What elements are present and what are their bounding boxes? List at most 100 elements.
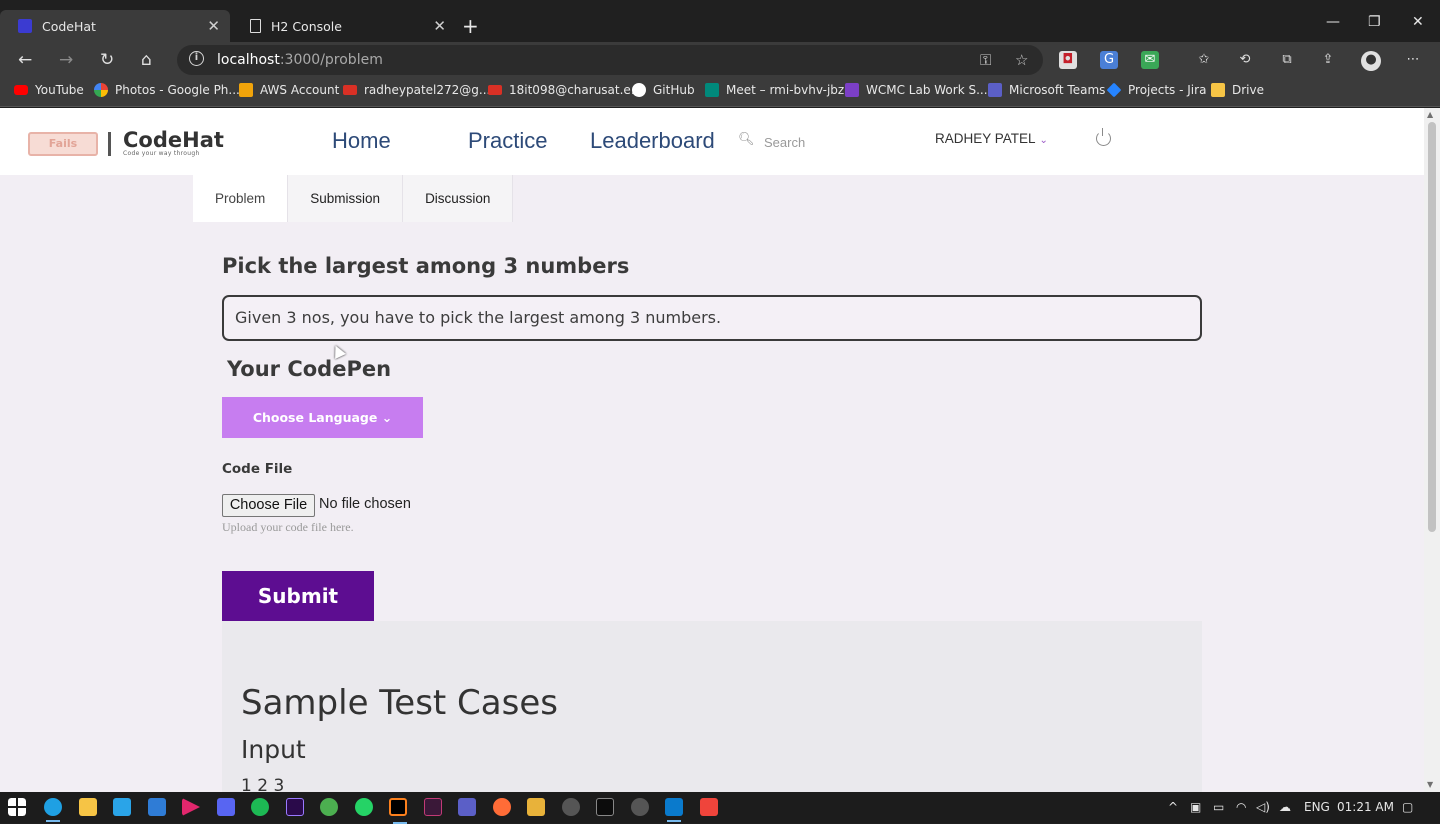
search-input[interactable]: [764, 130, 914, 154]
choose-language-dropdown[interactable]: Choose Language ⌄: [222, 397, 423, 438]
mail-icon[interactable]: [148, 798, 166, 816]
intellij-icon[interactable]: [389, 798, 407, 824]
profile-avatar-icon[interactable]: ●: [1361, 51, 1381, 71]
code-file-label: Code File: [222, 461, 293, 477]
test-cases-title: Sample Test Cases: [241, 683, 558, 723]
submit-button[interactable]: Submit: [222, 571, 374, 621]
site-info-icon[interactable]: i: [189, 51, 204, 66]
todo-icon[interactable]: [424, 798, 442, 816]
obs-icon[interactable]: [562, 798, 580, 816]
key-icon[interactable]: ⚿: [980, 51, 991, 69]
terminal-icon[interactable]: [596, 798, 614, 816]
logout-power-icon[interactable]: [1096, 128, 1111, 146]
browser-tab-bar: CodeHat ✕ H2 Console ✕ + — ❐ ✕: [0, 0, 1440, 42]
bookmark-drive-folder[interactable]: Drive: [1211, 83, 1264, 97]
scroll-up-icon[interactable]: ▲: [1427, 110, 1433, 119]
scroll-down-icon[interactable]: ▼: [1427, 780, 1433, 789]
chrome-like-icon[interactable]: [320, 798, 338, 816]
mail-extension-icon[interactable]: ✉: [1141, 51, 1159, 69]
anydesk-icon[interactable]: [700, 798, 718, 816]
bookmark-label: YouTube: [35, 83, 84, 97]
bookmark-wcmc[interactable]: WCMC Lab Work S...: [845, 83, 988, 97]
refresh-icon[interactable]: ↻: [100, 50, 114, 70]
wifi-icon[interactable]: ◠: [1236, 800, 1246, 814]
onedrive-icon[interactable]: ☁: [1279, 800, 1291, 814]
more-menu-icon[interactable]: ⋯: [1404, 51, 1422, 69]
bookmark-github[interactable]: GitHub: [632, 83, 695, 97]
bookmark-google-photos[interactable]: Photos - Google Ph...: [94, 83, 240, 97]
language-indicator[interactable]: ENG: [1304, 800, 1330, 814]
user-menu[interactable]: RADHEY PATEL ⌄: [935, 131, 1048, 146]
favorites-icon[interactable]: ✩: [1195, 51, 1213, 69]
bookmark-gmail-radhey[interactable]: radheypatel272@g...: [343, 83, 490, 97]
youtube-icon: [14, 85, 28, 95]
test-input-value: 1 2 3: [241, 776, 285, 792]
history-icon[interactable]: ⟲: [1236, 51, 1254, 69]
teams-icon: [988, 83, 1002, 97]
choose-file-button[interactable]: Choose File: [222, 494, 315, 517]
restore-icon[interactable]: ❐: [1368, 14, 1381, 30]
learning-app-icon[interactable]: [113, 798, 131, 816]
scrollbar-thumb[interactable]: [1428, 122, 1436, 532]
clock[interactable]: 01:21 AM: [1337, 800, 1394, 814]
share-icon[interactable]: ⇪: [1319, 51, 1337, 69]
spotify-icon[interactable]: [251, 798, 269, 816]
bookmark-gmail-charusat[interactable]: 18it098@charusat.e...: [488, 83, 642, 97]
meet-now-icon[interactable]: ▣: [1190, 800, 1201, 814]
windows-taskbar: ^ ▣ ▭ ◠ ◁) ☁ ENG 01:21 AM ▢: [0, 792, 1440, 824]
back-icon[interactable]: ←: [18, 50, 32, 70]
page-viewport: Fails CodeHat Code your way through Home…: [0, 108, 1424, 792]
browser-tab-codehat[interactable]: CodeHat ✕: [0, 10, 230, 42]
codehat-logo[interactable]: Fails CodeHat Code your way through: [28, 130, 224, 157]
minimize-icon[interactable]: —: [1326, 14, 1340, 30]
windows-start-icon[interactable]: [8, 798, 26, 816]
nav-practice-link[interactable]: Practice: [468, 128, 547, 154]
teams-taskbar-icon[interactable]: [458, 798, 476, 816]
volume-icon[interactable]: ◁): [1256, 800, 1270, 814]
github-desktop-icon[interactable]: [631, 798, 649, 816]
premiere-icon[interactable]: [286, 798, 304, 816]
battery-icon[interactable]: ▭: [1213, 800, 1224, 814]
file-explorer-icon[interactable]: [79, 798, 97, 816]
close-tab-icon[interactable]: ✕: [433, 17, 446, 35]
tab-problem[interactable]: Problem: [193, 175, 289, 222]
bookmark-teams[interactable]: Microsoft Teams: [988, 83, 1105, 97]
discord-icon[interactable]: [217, 798, 235, 816]
tab-submission[interactable]: Submission: [288, 175, 404, 222]
browser-tab-h2-console[interactable]: H2 Console ✕: [232, 10, 456, 42]
edge-browser-icon[interactable]: [44, 798, 62, 822]
close-window-icon[interactable]: ✕: [1412, 14, 1424, 30]
pocket-extension-icon[interactable]: ◘: [1059, 51, 1077, 69]
chevron-down-icon: ⌄: [1039, 135, 1048, 146]
jira-icon: [1106, 82, 1122, 98]
file-status-text: No file chosen: [319, 496, 411, 512]
add-favorite-icon[interactable]: ☆: [1015, 51, 1028, 69]
new-tab-icon[interactable]: +: [462, 14, 479, 38]
file-help-text: Upload your code file here.: [222, 520, 354, 534]
nav-home-link[interactable]: Home: [332, 128, 391, 154]
gmail-icon: [488, 85, 502, 95]
whatsapp-icon[interactable]: [355, 798, 373, 816]
collections-icon[interactable]: ⧉: [1278, 51, 1296, 69]
nav-leaderboard-link[interactable]: Leaderboard: [590, 128, 715, 154]
bookmark-jira[interactable]: Projects - Jira: [1106, 82, 1206, 98]
tray-overflow-icon[interactable]: ^: [1168, 800, 1178, 814]
forward-icon[interactable]: →: [59, 50, 73, 70]
vscode-icon[interactable]: [665, 798, 683, 822]
bookmark-meet[interactable]: Meet – rmi-bvhv-jbz: [705, 83, 844, 97]
logo-name: CodeHat: [123, 128, 224, 152]
tab-discussion[interactable]: Discussion: [403, 175, 514, 222]
close-tab-icon[interactable]: ✕: [207, 17, 220, 35]
bookmark-youtube[interactable]: YouTube: [14, 83, 84, 97]
translate-extension-icon[interactable]: G: [1100, 51, 1118, 69]
notifications-icon[interactable]: ▢: [1402, 800, 1413, 814]
home-icon[interactable]: ⌂: [141, 50, 152, 70]
postman-icon[interactable]: [493, 798, 511, 816]
gmail-icon: [343, 85, 357, 95]
sticky-app-icon[interactable]: [527, 798, 545, 816]
url-field[interactable]: i localhost:3000/problem ⚿ ☆: [177, 45, 1043, 75]
media-player-icon[interactable]: [182, 798, 200, 816]
site-navbar: Fails CodeHat Code your way through Home…: [0, 108, 1424, 175]
page-scrollbar[interactable]: ▲ ▼: [1424, 108, 1440, 792]
bookmark-aws[interactable]: AWS Account: [239, 83, 339, 97]
